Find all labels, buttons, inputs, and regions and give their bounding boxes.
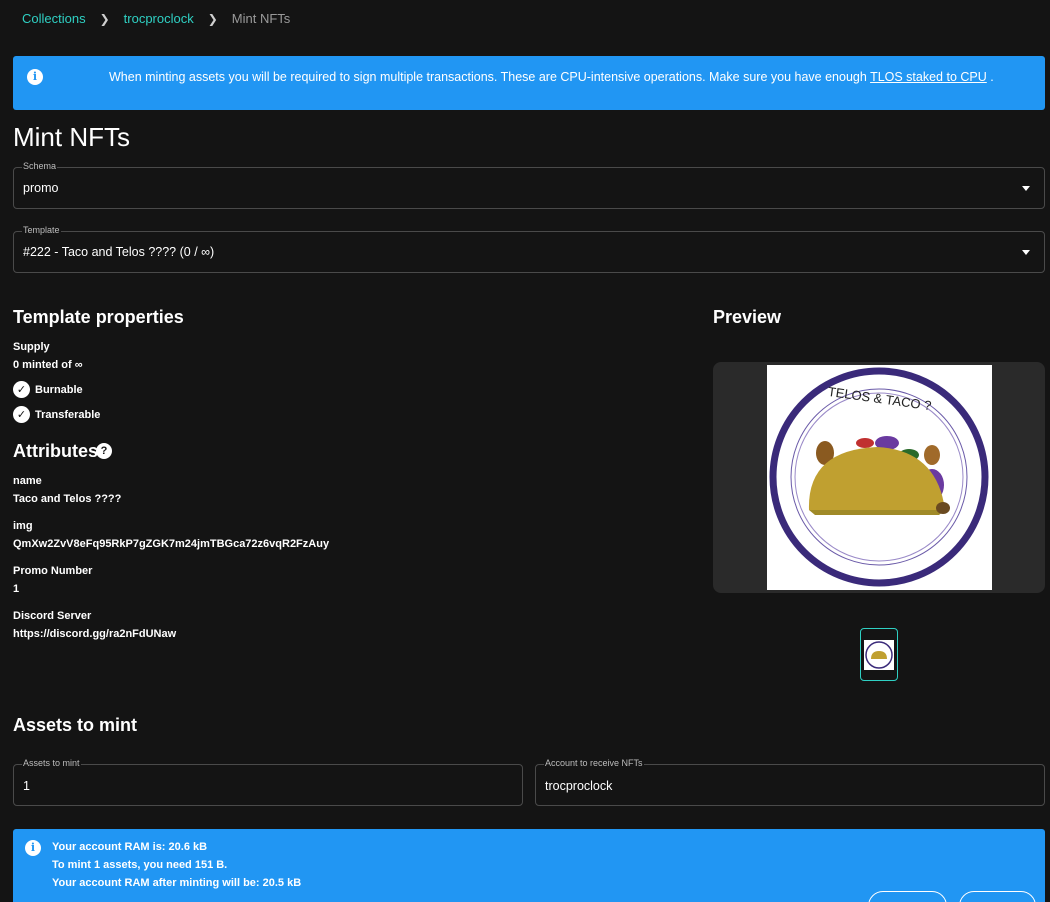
preview-title: Preview [713,307,782,327]
secondary-button[interactable] [868,891,947,902]
attribute-name: img [13,520,33,532]
info-icon: i [27,69,43,85]
attribute-value: https://discord.gg/ra2nFdUNaw [13,628,177,640]
check-circle-icon: ✓ [13,406,30,423]
chevron-right-icon: ❯ [207,11,218,26]
nft-preview-image: TELOS & TACO ? [767,365,992,590]
assets-to-mint-value: 1 [23,779,30,793]
page-title: Mint NFTs [13,122,130,152]
caret-down-icon [1022,186,1030,191]
breadcrumb-collection[interactable]: trocproclock [124,11,194,26]
template-select[interactable]: Template #222 - Taco and Telos ???? (0 /… [13,225,1045,273]
transferable-flag: ✓ Transferable [13,406,100,423]
help-icon[interactable]: ? [96,443,112,459]
cpu-info-banner: i When minting assets you will be requir… [13,56,1045,110]
assets-to-mint-title: Assets to mint [13,715,138,735]
template-properties-title: Template properties [13,307,184,327]
preview-panel: TELOS & TACO ? [713,362,1045,593]
attribute-name: Discord Server [13,610,92,622]
supply-label: Supply [13,341,50,353]
svg-text:TELOS & TACO ?: TELOS & TACO ? [827,384,932,413]
ram-required: To mint 1 assets, you need 151 B. [52,859,228,871]
schema-label: Schema [22,161,58,171]
preview-thumbnail[interactable] [860,628,898,681]
schema-select[interactable]: Schema promo [13,161,1045,209]
ram-after: Your account RAM after minting will be: … [52,877,302,889]
transferable-label: Transferable [35,408,101,421]
supply-value: 0 minted of ∞ [13,359,83,371]
banner-message: When minting assets you will be required… [109,70,994,84]
banner-text: When minting assets you will be required… [109,70,867,84]
taco-logo-image: TELOS & TACO ? [769,367,989,587]
caret-down-icon [1022,250,1030,255]
burnable-label: Burnable [35,383,83,396]
assets-to-mint-label: Assets to mint [22,758,81,768]
breadcrumb-current: Mint NFTs [231,11,291,26]
info-icon: i [25,840,41,856]
attribute-name: Promo Number [13,565,93,577]
schema-value: promo [23,181,59,195]
breadcrumb-collections[interactable]: Collections [22,11,86,26]
banner-suffix: . [986,70,994,84]
receiver-account-value: trocproclock [545,779,613,793]
attribute-value: QmXw2ZvV8eFq95RkP7gZGK7m24jmTBGca72z6vqR… [13,538,330,550]
attribute-name: name [13,475,42,487]
check-circle-icon: ✓ [13,381,30,398]
receiver-account-input[interactable]: Account to receive NFTs trocproclock [535,758,1045,806]
template-label: Template [22,225,61,235]
template-value: #222 - Taco and Telos ???? (0 / ∞) [23,245,215,259]
ram-current: Your account RAM is: 20.6 kB [52,841,208,853]
thumbnail-image [864,640,894,670]
assets-to-mint-input[interactable]: Assets to mint 1 [13,758,523,806]
attribute-value: Taco and Telos ???? [13,493,122,505]
receiver-account-label: Account to receive NFTs [544,758,644,768]
attribute-value: 1 [13,583,20,595]
burnable-flag: ✓ Burnable [13,381,83,398]
chevron-right-icon: ❯ [99,11,110,26]
tlos-staked-link[interactable]: TLOS staked to CPU [870,70,987,84]
breadcrumb: Collections ❯ trocproclock ❯ Mint NFTs [22,11,290,26]
attributes-title: Attributes [13,441,98,461]
primary-button[interactable] [959,891,1036,902]
